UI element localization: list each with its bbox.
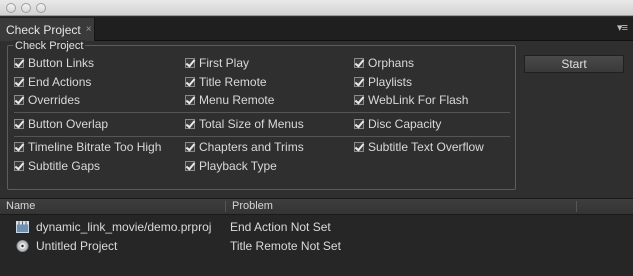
checkbox-checked-icon: [14, 77, 24, 87]
checkbox-playlists[interactable]: Playlists: [354, 74, 412, 90]
checkbox-button-overlap[interactable]: Button Overlap: [14, 116, 108, 132]
checkbox-timeline-bitrate-too-high[interactable]: Timeline Bitrate Too High: [14, 139, 161, 155]
tab-label: Check Project: [6, 22, 81, 37]
row-name: dynamic_link_movie/demo.prproj: [36, 220, 212, 234]
checkbox-playback-type[interactable]: Playback Type: [185, 158, 277, 174]
close-window-icon[interactable]: [6, 3, 16, 13]
checkbox-label: WebLink For Flash: [368, 93, 469, 107]
checkbox-label: Title Remote: [199, 75, 267, 89]
checkbox-label: Subtitle Text Overflow: [368, 140, 484, 154]
checkbox-label: Button Links: [28, 56, 95, 70]
checkbox-label: Disc Capacity: [368, 117, 442, 131]
checkbox-menu-remote[interactable]: Menu Remote: [185, 92, 274, 108]
column-header-name[interactable]: Name: [2, 199, 224, 214]
check-project-group: Check Project Button Links First Play Or…: [7, 40, 516, 190]
checkbox-orphans[interactable]: Orphans: [354, 55, 414, 71]
checkbox-label: End Actions: [28, 75, 92, 89]
checkbox-checked-icon: [185, 58, 195, 68]
results-table-body: dynamic_link_movie/demo.prproj End Actio…: [0, 215, 633, 276]
checkbox-label: Chapters and Trims: [199, 140, 304, 154]
checkbox-checked-icon: [14, 119, 24, 129]
checkbox-button-links[interactable]: Button Links: [14, 55, 94, 71]
checkbox-checked-icon: [354, 58, 364, 68]
disc-icon: [16, 240, 29, 252]
checkbox-label: Overrides: [28, 93, 81, 107]
zoom-window-icon[interactable]: [36, 3, 46, 13]
checkbox-checked-icon: [185, 95, 195, 105]
close-tab-icon[interactable]: ×: [86, 24, 92, 35]
start-button[interactable]: Start: [524, 55, 624, 73]
group-divider: [14, 112, 510, 113]
check-options-area: Check Project Button Links First Play Or…: [0, 40, 633, 198]
column-divider[interactable]: [576, 201, 577, 212]
checkbox-label: Menu Remote: [199, 93, 275, 107]
checkbox-checked-icon: [14, 95, 24, 105]
row-name: Untitled Project: [36, 239, 118, 253]
checkbox-end-actions[interactable]: End Actions: [14, 74, 91, 90]
checkbox-label: Button Overlap: [28, 117, 109, 131]
checkbox-first-play[interactable]: First Play: [185, 55, 249, 71]
checkbox-chapters-and-trims[interactable]: Chapters and Trims: [185, 139, 304, 155]
checkbox-label: Timeline Bitrate Too High: [28, 140, 162, 154]
checkbox-checked-icon: [185, 77, 195, 87]
checkbox-label: Orphans: [368, 56, 415, 70]
column-header-problem[interactable]: Problem: [228, 199, 573, 214]
checkbox-checked-icon: [354, 142, 364, 152]
checkbox-subtitle-gaps[interactable]: Subtitle Gaps: [14, 158, 100, 174]
table-row[interactable]: Untitled Project Title Remote Not Set: [0, 237, 633, 256]
checkbox-label: Playlists: [368, 75, 413, 89]
group-divider: [14, 136, 510, 137]
checkbox-label: Total Size of Menus: [199, 117, 304, 131]
row-problem: Title Remote Not Set: [230, 239, 341, 253]
checkbox-weblink-for-flash[interactable]: WebLink For Flash: [354, 92, 468, 108]
panel-tab-strip: Check Project × ▾≡: [0, 17, 633, 41]
checkbox-checked-icon: [185, 119, 195, 129]
checkbox-overrides[interactable]: Overrides: [14, 92, 80, 108]
checkbox-subtitle-text-overflow[interactable]: Subtitle Text Overflow: [354, 139, 484, 155]
column-divider[interactable]: [225, 201, 226, 212]
movie-clip-icon: [16, 221, 29, 233]
checkbox-checked-icon: [354, 77, 364, 87]
checkbox-checked-icon: [14, 58, 24, 68]
minimize-window-icon[interactable]: [21, 3, 31, 13]
panel-menu-icon[interactable]: ▾≡: [617, 21, 628, 34]
table-row[interactable]: dynamic_link_movie/demo.prproj End Actio…: [0, 218, 633, 237]
checkbox-checked-icon: [354, 119, 364, 129]
checkbox-disc-capacity[interactable]: Disc Capacity: [354, 116, 441, 132]
window-titlebar: [0, 0, 633, 16]
checkbox-total-size-of-menus[interactable]: Total Size of Menus: [185, 116, 304, 132]
checkbox-title-remote[interactable]: Title Remote: [185, 74, 267, 90]
row-problem: End Action Not Set: [230, 220, 331, 234]
group-legend: Check Project: [13, 40, 86, 52]
checkbox-checked-icon: [185, 142, 195, 152]
tab-check-project[interactable]: Check Project ×: [0, 18, 95, 41]
checkbox-label: Playback Type: [199, 159, 277, 173]
checkbox-label: First Play: [199, 56, 250, 70]
checkbox-checked-icon: [354, 95, 364, 105]
results-table-header: Name Problem: [0, 198, 633, 215]
checkbox-label: Subtitle Gaps: [28, 159, 101, 173]
checkbox-checked-icon: [14, 161, 24, 171]
checkbox-checked-icon: [185, 161, 195, 171]
checkbox-checked-icon: [14, 142, 24, 152]
